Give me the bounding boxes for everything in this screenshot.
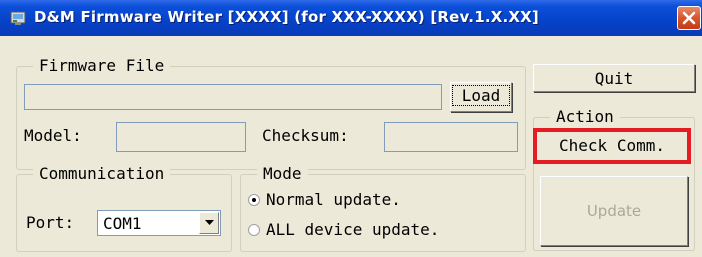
application-icon bbox=[10, 10, 26, 26]
load-button-label: Load bbox=[452, 85, 510, 106]
radio-selected-dot bbox=[252, 198, 256, 202]
checksum-label: Checksum: bbox=[262, 126, 349, 145]
mode-option-normal[interactable]: Normal update. bbox=[248, 190, 518, 210]
checksum-field bbox=[384, 122, 518, 152]
port-select[interactable]: COM1 bbox=[97, 210, 221, 236]
port-label: Port: bbox=[26, 213, 75, 232]
all-device-update-radio[interactable] bbox=[248, 224, 260, 236]
action-legend: Action bbox=[550, 108, 620, 126]
quit-button[interactable]: Quit bbox=[533, 64, 695, 92]
communication-legend: Communication bbox=[33, 165, 171, 183]
normal-update-radio[interactable] bbox=[248, 194, 260, 206]
normal-update-label: Normal update. bbox=[266, 190, 401, 209]
chevron-down-icon bbox=[205, 220, 214, 225]
model-label: Model: bbox=[24, 126, 82, 145]
title-bar[interactable]: D&M Firmware Writer [XXXX] (for XXX-XXXX… bbox=[0, 0, 702, 36]
update-button-label: Update bbox=[586, 202, 642, 220]
port-dropdown-button[interactable] bbox=[199, 212, 219, 234]
firmware-writer-window: D&M Firmware Writer [XXXX] (for XXX-XXXX… bbox=[0, 0, 702, 257]
check-comm-button[interactable]: Check Comm. bbox=[538, 133, 686, 159]
close-icon bbox=[682, 11, 696, 25]
port-selected-value: COM1 bbox=[103, 214, 142, 233]
mode-legend: Mode bbox=[257, 165, 308, 183]
mode-group: Mode bbox=[240, 165, 526, 252]
model-field bbox=[116, 122, 246, 152]
update-button[interactable]: Update bbox=[540, 176, 688, 246]
mode-option-all-device[interactable]: ALL device update. bbox=[248, 220, 518, 240]
close-button[interactable] bbox=[677, 6, 701, 30]
check-comm-button-label: Check Comm. bbox=[559, 136, 665, 155]
load-button[interactable]: Load bbox=[450, 82, 512, 112]
quit-button-label: Quit bbox=[594, 69, 634, 88]
window-title: D&M Firmware Writer [XXXX] (for XXX-XXXX… bbox=[34, 8, 539, 26]
firmware-file-legend: Firmware File bbox=[33, 57, 171, 75]
all-device-update-label: ALL device update. bbox=[266, 220, 440, 239]
firmware-path-field[interactable] bbox=[24, 84, 442, 110]
